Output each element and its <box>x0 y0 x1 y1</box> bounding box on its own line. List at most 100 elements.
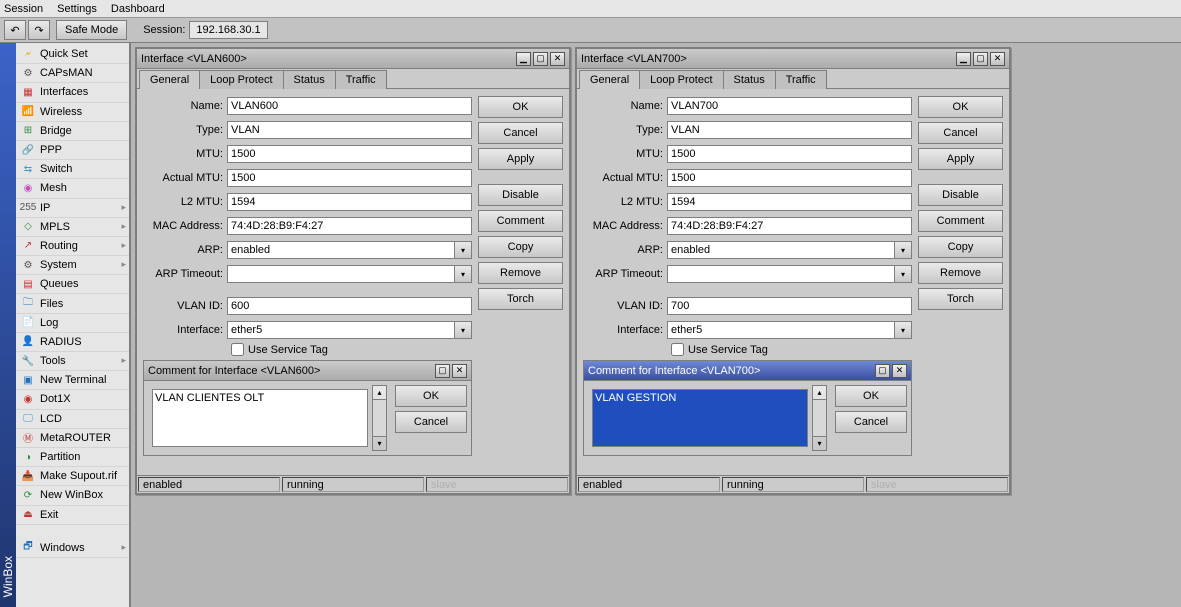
arp-timeout-field[interactable] <box>227 265 455 283</box>
sidebar-item-quick-set[interactable]: 🗲Quick Set <box>16 45 129 64</box>
torch-button[interactable]: Torch <box>918 288 1003 310</box>
maximize-icon[interactable]: ▢ <box>973 52 988 66</box>
scroll-up-icon[interactable]: ▴ <box>373 386 386 400</box>
comment-cancel-button[interactable]: Cancel <box>395 411 467 433</box>
scroll-up-icon[interactable]: ▴ <box>813 386 826 400</box>
arp-field[interactable]: enabled <box>227 241 455 259</box>
close-icon[interactable]: ✕ <box>990 52 1005 66</box>
interface-field[interactable]: ether5 <box>227 321 455 339</box>
interface-field[interactable]: ether5 <box>667 321 895 339</box>
arp-timeout-field[interactable] <box>667 265 895 283</box>
comment-ok-button[interactable]: OK <box>395 385 467 407</box>
close-icon[interactable]: ✕ <box>550 52 565 66</box>
sidebar-item-files[interactable]: 🗀Files <box>16 294 129 313</box>
sidebar-item-radius[interactable]: 👤RADIUS <box>16 333 129 352</box>
sidebar-item-mpls[interactable]: ◇MPLS▸ <box>16 218 129 237</box>
sidebar-item-new-winbox[interactable]: ⟳New WinBox <box>16 486 129 505</box>
torch-button[interactable]: Torch <box>478 288 563 310</box>
ok-button[interactable]: OK <box>918 96 1003 118</box>
sidebar-item-capsman[interactable]: ⚙CAPsMAN <box>16 64 129 83</box>
ok-button[interactable]: OK <box>478 96 563 118</box>
name-field[interactable]: VLAN600 <box>227 97 472 115</box>
redo-button[interactable]: ↷ <box>28 20 50 40</box>
sidebar-item-bridge[interactable]: ⊞Bridge <box>16 122 129 141</box>
minimize-icon[interactable]: ▁ <box>956 52 971 66</box>
remove-button[interactable]: Remove <box>478 262 563 284</box>
minimize-icon[interactable]: ▁ <box>516 52 531 66</box>
comment-cancel-button[interactable]: Cancel <box>835 411 907 433</box>
sidebar-item-system[interactable]: ⚙System▸ <box>16 256 129 275</box>
sidebar-item-metarouter[interactable]: ⓂMetaROUTER <box>16 429 129 448</box>
sidebar-item-queues[interactable]: ▤Queues <box>16 275 129 294</box>
sidebar-item-ip[interactable]: 255IP▸ <box>16 199 129 218</box>
titlebar[interactable]: Interface <VLAN700> ▁ ▢ ✕ <box>577 49 1009 69</box>
dropdown-icon[interactable]: ▾ <box>895 321 912 339</box>
sidebar-item-exit[interactable]: ⏏Exit <box>16 506 129 525</box>
dropdown-icon[interactable]: ▾ <box>455 241 472 259</box>
cancel-button[interactable]: Cancel <box>918 122 1003 144</box>
undo-button[interactable]: ↶ <box>4 20 26 40</box>
dropdown-icon[interactable]: ▾ <box>895 241 912 259</box>
cancel-button[interactable]: Cancel <box>478 122 563 144</box>
scroll-down-icon[interactable]: ▾ <box>373 436 386 450</box>
expand-icon[interactable]: ▾ <box>455 265 472 283</box>
copy-button[interactable]: Copy <box>918 236 1003 258</box>
tab-general[interactable]: General <box>579 70 640 89</box>
dropdown-icon[interactable]: ▾ <box>455 321 472 339</box>
sidebar-item-mesh[interactable]: ◉Mesh <box>16 179 129 198</box>
tab-traffic[interactable]: Traffic <box>335 70 387 89</box>
mtu-field[interactable]: 1500 <box>667 145 912 163</box>
sidebar-item-interfaces[interactable]: ▦Interfaces <box>16 83 129 102</box>
menu-session[interactable]: Session <box>4 3 43 15</box>
vlan-id-field[interactable]: 700 <box>667 297 912 315</box>
tab-traffic[interactable]: Traffic <box>775 70 827 89</box>
tab-general[interactable]: General <box>139 70 200 89</box>
sidebar-item-windows[interactable]: 🗗Windows▸ <box>16 539 129 558</box>
mtu-field[interactable]: 1500 <box>227 145 472 163</box>
disable-button[interactable]: Disable <box>918 184 1003 206</box>
scrollbar[interactable]: ▴ ▾ <box>812 385 827 451</box>
tab-status[interactable]: Status <box>723 70 776 89</box>
name-field[interactable]: VLAN700 <box>667 97 912 115</box>
scroll-down-icon[interactable]: ▾ <box>813 436 826 450</box>
use-service-tag-checkbox[interactable] <box>231 343 244 356</box>
apply-button[interactable]: Apply <box>478 148 563 170</box>
remove-button[interactable]: Remove <box>918 262 1003 284</box>
maximize-icon[interactable]: ▢ <box>435 364 450 378</box>
arp-field[interactable]: enabled <box>667 241 895 259</box>
comment-ok-button[interactable]: OK <box>835 385 907 407</box>
sidebar-item-new-terminal[interactable]: ▣New Terminal <box>16 371 129 390</box>
sidebar-item-partition[interactable]: ◑Partition <box>16 448 129 467</box>
tab-status[interactable]: Status <box>283 70 336 89</box>
tab-loop-protect[interactable]: Loop Protect <box>199 70 283 89</box>
apply-button[interactable]: Apply <box>918 148 1003 170</box>
use-service-tag-checkbox[interactable] <box>671 343 684 356</box>
titlebar[interactable]: Interface <VLAN600> ▁ ▢ ✕ <box>137 49 569 69</box>
menu-dashboard[interactable]: Dashboard <box>111 3 165 15</box>
disable-button[interactable]: Disable <box>478 184 563 206</box>
comment-titlebar[interactable]: Comment for Interface <VLAN600> ▢ ✕ <box>144 361 471 381</box>
comment-button[interactable]: Comment <box>918 210 1003 232</box>
maximize-icon[interactable]: ▢ <box>875 364 890 378</box>
sidebar-item-ppp[interactable]: 🔗PPP <box>16 141 129 160</box>
comment-titlebar[interactable]: Comment for Interface <VLAN700> ▢ ✕ <box>584 361 911 381</box>
close-icon[interactable]: ✕ <box>892 364 907 378</box>
close-icon[interactable]: ✕ <box>452 364 467 378</box>
sidebar-item-dot1x[interactable]: ◉Dot1X <box>16 390 129 409</box>
expand-icon[interactable]: ▾ <box>895 265 912 283</box>
sidebar-item-wireless[interactable]: 📶Wireless <box>16 103 129 122</box>
comment-textarea[interactable] <box>592 389 808 447</box>
sidebar-item-switch[interactable]: ⇆Switch <box>16 160 129 179</box>
sidebar-item-make-supout-rif[interactable]: 📥Make Supout.rif <box>16 467 129 486</box>
comment-textarea[interactable] <box>152 389 368 447</box>
comment-button[interactable]: Comment <box>478 210 563 232</box>
safe-mode-button[interactable]: Safe Mode <box>56 20 127 40</box>
sidebar-item-tools[interactable]: 🔧Tools▸ <box>16 352 129 371</box>
vlan-id-field[interactable]: 600 <box>227 297 472 315</box>
tab-loop-protect[interactable]: Loop Protect <box>639 70 723 89</box>
maximize-icon[interactable]: ▢ <box>533 52 548 66</box>
scrollbar[interactable]: ▴ ▾ <box>372 385 387 451</box>
copy-button[interactable]: Copy <box>478 236 563 258</box>
sidebar-item-log[interactable]: 📄Log <box>16 314 129 333</box>
sidebar-item-lcd[interactable]: 🖵LCD <box>16 410 129 429</box>
